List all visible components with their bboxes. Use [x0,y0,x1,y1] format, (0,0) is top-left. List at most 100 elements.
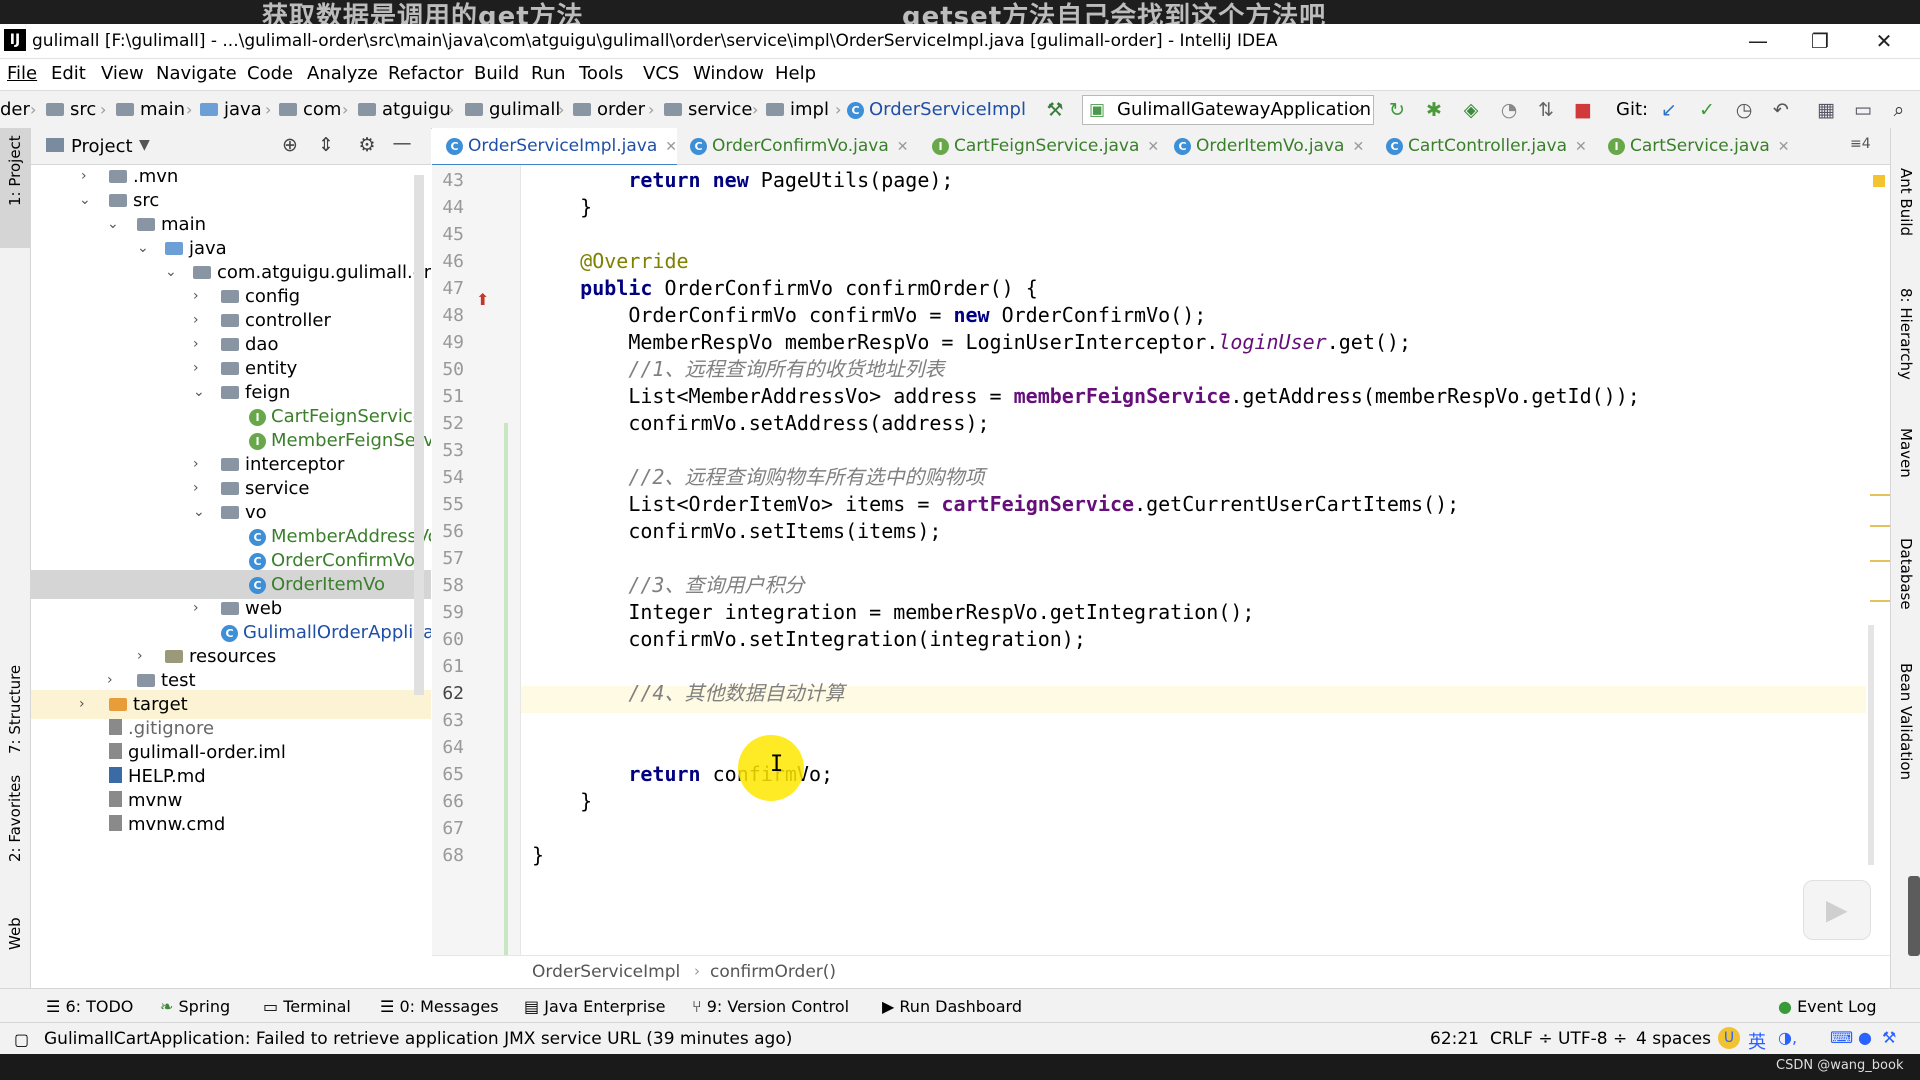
stripe-structure-button[interactable]: 7: Structure [6,665,24,754]
crumb-atguigu[interactable]: atguigu [358,99,451,120]
menu-help[interactable]: Help [775,63,816,84]
code-line[interactable]: //4、其他数据自动计算 [532,680,844,707]
hide-icon[interactable]: — [391,132,413,154]
line-number[interactable]: 62 [432,680,464,707]
line-number[interactable]: 53 [432,437,464,464]
menu-navigate[interactable]: Navigate [156,63,237,84]
code-line[interactable]: return new PageUtils(page); [532,167,953,194]
restore-button[interactable]: ❐ [1800,28,1840,54]
tool-todo[interactable]: ☰ 6: TODO [46,997,133,1016]
menu-refactor[interactable]: Refactor [388,63,464,84]
search-icon[interactable]: ⌕ [1888,99,1910,121]
code-line[interactable]: } [532,194,592,221]
project-view-selector[interactable]: Project [71,136,133,157]
line-number[interactable]: 43 [432,167,464,194]
code-line[interactable]: //3、查询用户积分 [532,572,804,599]
tab-orderconfirmvo[interactable]: C OrderConfirmVo.java ✕ [680,128,920,164]
crumb-main[interactable]: main [116,99,185,120]
tool-version-control[interactable]: ⑂ 9: Version Control [692,997,849,1016]
code-line[interactable]: List<MemberAddressVo> address = memberFe… [532,383,1639,410]
menu-build[interactable]: Build [474,63,519,84]
line-number[interactable]: 57 [432,545,464,572]
stripe-database-button[interactable]: Database [1897,538,1915,610]
line-number[interactable]: 54 [432,464,464,491]
line-number[interactable]: 48 [432,302,464,329]
menu-run[interactable]: Run [531,63,566,84]
chevron-down-icon[interactable]: ▼ [139,137,150,153]
tool-messages[interactable]: ☰ 0: Messages [380,997,499,1016]
menu-tools[interactable]: Tools [579,63,623,84]
tab-orderserviceimpl[interactable]: C OrderServiceImpl.java ✕ [432,128,677,167]
code-line[interactable]: confirmVo.setItems(items); [532,518,941,545]
file-encoding[interactable]: UTF-8 ÷ [1558,1029,1627,1049]
code-line[interactable]: confirmVo.setAddress(address); [532,410,989,437]
tab-cartservice[interactable]: I CartService.java ✕ [1598,128,1798,164]
line-separator[interactable]: CRLF ÷ [1490,1029,1553,1049]
crumb-orderserviceimpl[interactable]: C OrderServiceImpl [847,99,1026,120]
stop-icon[interactable]: ■ [1572,99,1594,121]
tree-scrollbar[interactable] [414,175,424,695]
user-icon[interactable]: ● [1858,1028,1872,1047]
line-number[interactable]: 58 [432,572,464,599]
line-number[interactable]: 55 [432,491,464,518]
line-number[interactable]: 63 [432,707,464,734]
attach-icon[interactable]: ⇅ [1535,99,1557,121]
code-line[interactable]: } [532,788,592,815]
ime-punct-icon[interactable]: ◑, [1778,1028,1797,1047]
tool-java-enterprise[interactable]: ▤ Java Enterprise [524,997,665,1016]
build-hammer-icon[interactable]: ⚒ [1044,99,1066,121]
tool-event-log[interactable]: ● Event Log [1778,997,1877,1016]
stripe-hierarchy-button[interactable]: 8: Hierarchy [1897,288,1915,380]
line-number[interactable]: 61 [432,653,464,680]
crumb-order[interactable]: order [573,99,645,120]
line-number[interactable]: 46 [432,248,464,275]
crumb-service[interactable]: service [664,99,752,120]
tree-item[interactable]: mvnw.cmd [31,810,431,839]
breadcrumb-class[interactable]: OrderServiceImpl [532,962,680,982]
status-message[interactable]: GulimallCartApplication: Failed to retri… [44,1029,792,1049]
menu-edit[interactable]: Edit [51,63,86,84]
breadcrumb-method[interactable]: confirmOrder() [710,962,836,982]
scroll-handle[interactable] [1908,876,1920,956]
git-history-icon[interactable]: ◷ [1733,99,1755,121]
code-line[interactable]: } [532,842,544,869]
menu-window[interactable]: Window [693,63,764,84]
code-line[interactable]: Integer integration = memberRespVo.getIn… [532,599,1254,626]
inspection-status-icon[interactable] [1873,175,1885,187]
wrench-icon[interactable]: ⚒ [1882,1028,1896,1047]
stripe-project-button[interactable]: 1: Project [6,135,24,206]
menu-code[interactable]: Code [247,63,293,84]
line-number[interactable]: 65 [432,761,464,788]
crumb-gulimall[interactable]: gulimall [465,99,560,120]
tab-cartfeignservice[interactable]: I CartFeignService.java ✕ [922,128,1162,164]
video-play-overlay[interactable]: ▶ [1803,880,1871,940]
code-line[interactable]: @Override [532,248,688,275]
gear-icon[interactable]: ⚙ [356,134,378,156]
stripe-maven-button[interactable]: Maven [1897,428,1915,478]
tab-cartcontroller[interactable]: C CartController.java ✕ [1376,128,1596,164]
tool-run-dashboard[interactable]: ▶ Run Dashboard [882,997,1022,1016]
line-number[interactable]: 68 [432,842,464,869]
tool-terminal[interactable]: ▭ Terminal [263,997,351,1016]
code-line[interactable]: OrderConfirmVo confirmVo = new OrderConf… [532,302,1206,329]
stripe-favorites-button[interactable]: 2: Favorites [6,775,24,862]
line-number[interactable]: 66 [432,788,464,815]
crumb-java[interactable]: java [200,99,262,120]
crumb-impl[interactable]: impl [766,99,829,120]
stripe-web-button[interactable]: Web [6,917,24,950]
ime-logo-icon[interactable]: U [1718,1027,1740,1049]
run-configuration-select[interactable]: ▣ GulimallGatewayApplication ⌄ [1082,95,1374,125]
minimize-button[interactable]: — [1738,28,1778,54]
tab-orderitemvo[interactable]: C OrderItemVo.java ✕ [1164,128,1374,164]
editor-scrollbar[interactable] [1868,625,1874,865]
line-number[interactable]: 67 [432,815,464,842]
menu-file[interactable]: File [7,63,37,84]
line-number[interactable]: 52 [432,410,464,437]
code-line[interactable]: public OrderConfirmVo confirmOrder() { [532,275,1038,302]
crumb-src[interactable]: src [46,99,96,120]
locate-icon[interactable]: ⊕ [279,134,301,156]
code-line[interactable]: List<OrderItemVo> items = cartFeignServi… [532,491,1459,518]
rerun-icon[interactable]: ↻ [1386,99,1408,121]
line-number[interactable]: 45 [432,221,464,248]
code-line[interactable]: confirmVo.setIntegration(integration); [532,626,1086,653]
